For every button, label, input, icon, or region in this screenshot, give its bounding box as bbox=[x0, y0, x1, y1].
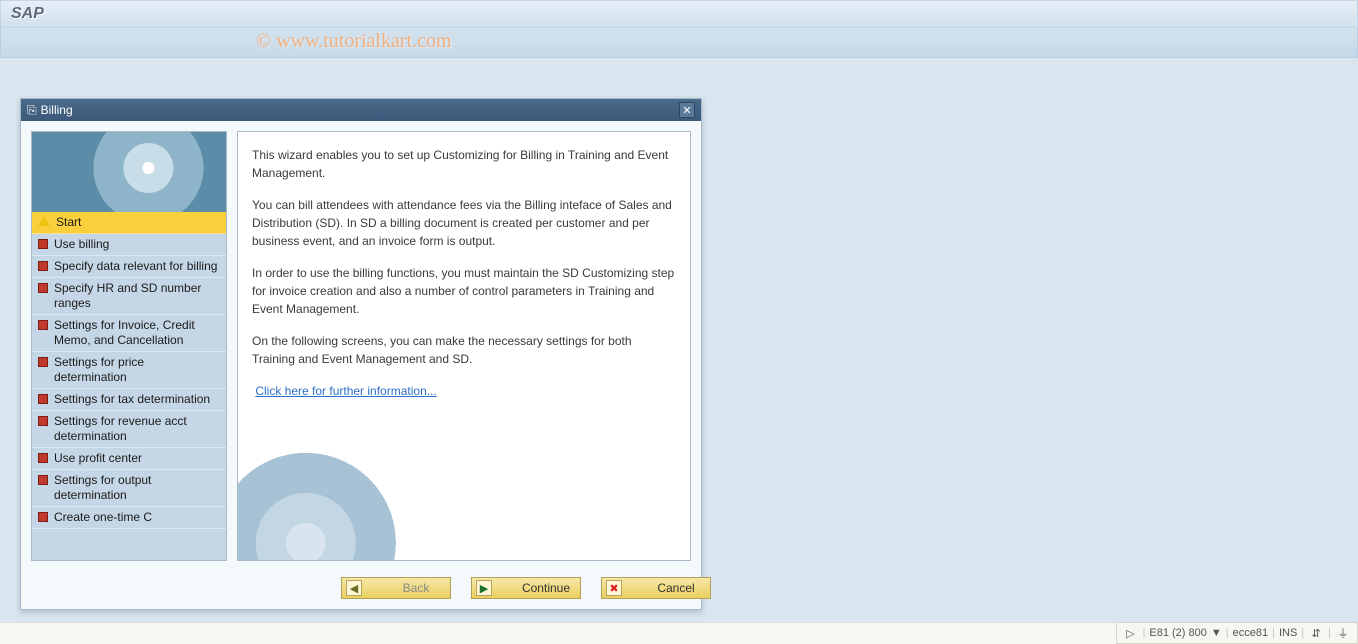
wizard-step-specify-data[interactable]: Specify data relevant for billing bbox=[32, 256, 226, 278]
separator: | bbox=[1328, 627, 1331, 639]
close-icon[interactable]: ✕ bbox=[679, 102, 695, 118]
cancel-icon: ✖ bbox=[606, 580, 622, 596]
step-icon bbox=[38, 320, 48, 330]
toolbar-row: © www.tutorialkart.com bbox=[0, 28, 1358, 58]
step-icon bbox=[38, 416, 48, 426]
wizard-step-label: Specify data relevant for billing bbox=[54, 259, 220, 274]
app-titlebar: SAP bbox=[0, 0, 1358, 28]
dialog-footer: ◀ Back ▶ Continue ✖ Cancel bbox=[21, 571, 701, 609]
status-mode: INS bbox=[1279, 627, 1297, 639]
status-system: E81 (2) 800 bbox=[1149, 627, 1206, 639]
dialog-titlebar[interactable]: ⎘ Billing ✕ bbox=[21, 99, 701, 121]
step-icon bbox=[38, 261, 48, 271]
step-icon bbox=[38, 453, 48, 463]
step-icon bbox=[38, 512, 48, 522]
wizard-step-label: Settings for Invoice, Credit Memo, and C… bbox=[54, 318, 220, 348]
continue-button[interactable]: ▶ Continue bbox=[471, 577, 581, 599]
separator: | bbox=[1226, 627, 1229, 639]
wizard-step-start[interactable]: Start bbox=[32, 212, 226, 234]
back-button-label: Back bbox=[390, 581, 442, 595]
wizard-intro-p4: On the following screens, you can make t… bbox=[252, 332, 676, 368]
wizard-step-label: Settings for tax determination bbox=[54, 392, 220, 407]
step-icon bbox=[38, 239, 48, 249]
separator: | bbox=[1143, 627, 1146, 639]
wizard-decor-image bbox=[32, 132, 226, 212]
wizard-step-label: Create one-time C bbox=[54, 510, 220, 525]
separator: | bbox=[1301, 627, 1304, 639]
wizard-step-label: Use profit center bbox=[54, 451, 220, 466]
wizard-step-label: Specify HR and SD number ranges bbox=[54, 281, 220, 311]
forward-icon: ▶ bbox=[476, 580, 492, 596]
dialog-body: Start Use billing Specify data relevant … bbox=[21, 121, 701, 571]
back-button[interactable]: ◀ Back bbox=[341, 577, 451, 599]
wizard-step-tax-determination[interactable]: Settings for tax determination bbox=[32, 389, 226, 411]
wizard-step-label: Settings for output determination bbox=[54, 473, 220, 503]
step-icon bbox=[38, 283, 48, 293]
further-info-link[interactable]: Click here for further information... bbox=[255, 384, 436, 398]
wizard-step-invoice-settings[interactable]: Settings for Invoice, Credit Memo, and C… bbox=[32, 315, 226, 352]
status-dropdown-icon[interactable]: ▼ bbox=[1211, 627, 1222, 639]
wizard-step-label: Settings for revenue acct determination bbox=[54, 414, 220, 444]
wizard-step-label: Settings for price determination bbox=[54, 355, 220, 385]
wizard-step-onetime-c[interactable]: Create one-time C bbox=[32, 507, 226, 529]
warning-icon bbox=[38, 216, 50, 226]
wizard-step-label: Use billing bbox=[54, 237, 220, 252]
status-server: ecce81 bbox=[1233, 627, 1268, 639]
wizard-step-label: Start bbox=[56, 215, 220, 230]
status-bar: ▷ | E81 (2) 800 ▼ | ecce81 | INS | ⇵ | ⏚ bbox=[1116, 622, 1358, 644]
cancel-button[interactable]: ✖ Cancel bbox=[601, 577, 711, 599]
wizard-sidebar: Start Use billing Specify data relevant … bbox=[31, 131, 227, 561]
wizard-steps-list[interactable]: Start Use billing Specify data relevant … bbox=[32, 212, 226, 560]
wizard-step-output-determination[interactable]: Settings for output determination bbox=[32, 470, 226, 507]
wizard-content: This wizard enables you to set up Custom… bbox=[237, 131, 691, 561]
wizard-intro-p2: You can bill attendees with attendance f… bbox=[252, 196, 676, 250]
wizard-step-number-ranges[interactable]: Specify HR and SD number ranges bbox=[32, 278, 226, 315]
watermark: © www.tutorialkart.com bbox=[256, 30, 452, 53]
work-area: ⎘ Billing ✕ Start Use billing bbox=[0, 58, 1358, 644]
app-title: SAP bbox=[11, 5, 44, 23]
dialog-title-text: Billing bbox=[41, 103, 73, 117]
wizard-intro-p3: In order to use the billing functions, y… bbox=[252, 264, 676, 318]
step-icon bbox=[38, 475, 48, 485]
status-triangle-icon[interactable]: ▷ bbox=[1123, 627, 1139, 640]
status-sort-icon[interactable]: ⇵ bbox=[1308, 627, 1324, 640]
dialog-title-icon: ⎘ bbox=[27, 103, 37, 118]
cancel-button-label: Cancel bbox=[650, 581, 702, 595]
wizard-step-price-determination[interactable]: Settings for price determination bbox=[32, 352, 226, 389]
wizard-step-use-billing[interactable]: Use billing bbox=[32, 234, 226, 256]
wizard-step-profit-center[interactable]: Use profit center bbox=[32, 448, 226, 470]
continue-button-label: Continue bbox=[520, 581, 572, 595]
billing-dialog: ⎘ Billing ✕ Start Use billing bbox=[20, 98, 702, 610]
wizard-step-revenue-acct[interactable]: Settings for revenue acct determination bbox=[32, 411, 226, 448]
step-icon bbox=[38, 357, 48, 367]
separator: | bbox=[1272, 627, 1275, 639]
wizard-intro-p1: This wizard enables you to set up Custom… bbox=[252, 146, 676, 182]
step-icon bbox=[38, 394, 48, 404]
status-network-icon[interactable]: ⏚ bbox=[1335, 625, 1351, 641]
back-icon: ◀ bbox=[346, 580, 362, 596]
